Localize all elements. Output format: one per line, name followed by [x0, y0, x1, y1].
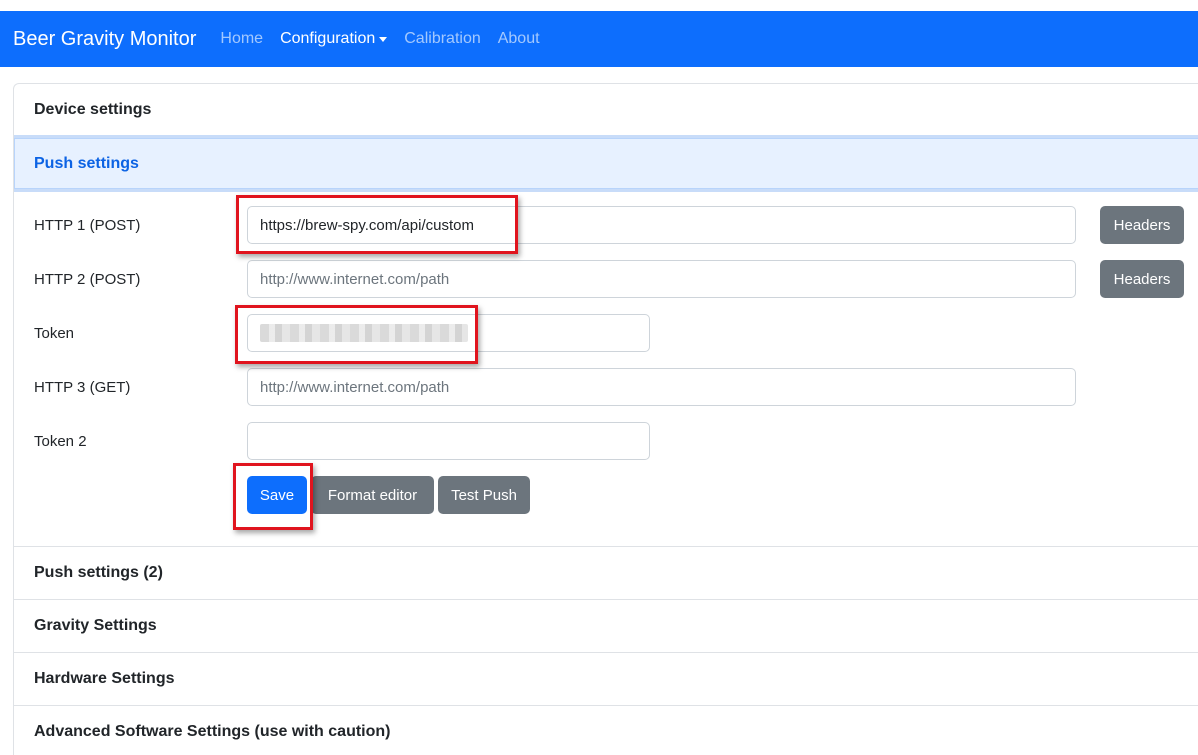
brand[interactable]: Beer Gravity Monitor — [13, 28, 196, 51]
token-input[interactable] — [247, 314, 650, 352]
accordion-hardware-settings[interactable]: Hardware Settings — [14, 653, 1198, 705]
http2-placeholder: http://www.internet.com/path — [260, 270, 450, 288]
accordion-advanced-software-settings[interactable]: Advanced Software Settings (use with cau… — [14, 706, 1198, 755]
save-button[interactable]: Save — [247, 476, 307, 514]
navbar: Beer Gravity Monitor Home Configuration … — [0, 11, 1198, 67]
http3-label: HTTP 3 (GET) — [34, 379, 131, 396]
accordion-device-settings[interactable]: Device settings — [14, 84, 1198, 135]
nav-configuration[interactable]: Configuration — [280, 30, 388, 48]
token2-input[interactable] — [247, 422, 650, 460]
nav-calibration[interactable]: Calibration — [404, 30, 480, 48]
http2-input[interactable]: http://www.internet.com/path — [247, 260, 1076, 298]
accordion-push-settings[interactable]: Push settings — [14, 135, 1198, 192]
http1-value: https://brew-spy.com/api/custom — [260, 216, 474, 234]
nav-about[interactable]: About — [498, 30, 540, 48]
http3-placeholder: http://www.internet.com/path — [260, 378, 450, 396]
token-label: Token — [34, 325, 75, 342]
http2-label: HTTP 2 (POST) — [34, 271, 141, 288]
redacted-token-value — [260, 324, 468, 342]
format-editor-button[interactable]: Format editor — [311, 476, 434, 514]
settings-accordion: Device settings Push settings HTTP 1 (PO… — [13, 83, 1198, 755]
http1-headers-button[interactable]: Headers — [1100, 206, 1184, 244]
http3-input[interactable]: http://www.internet.com/path — [247, 368, 1076, 406]
http1-label: HTTP 1 (POST) — [34, 217, 141, 234]
accordion-gravity-settings[interactable]: Gravity Settings — [14, 600, 1198, 652]
nav-home[interactable]: Home — [220, 30, 263, 48]
nav-configuration-label: Configuration — [280, 30, 376, 47]
http1-input[interactable]: https://brew-spy.com/api/custom — [247, 206, 1076, 244]
http2-headers-button[interactable]: Headers — [1100, 260, 1184, 298]
caret-down-icon — [379, 36, 388, 42]
accordion-push-settings-2[interactable]: Push settings (2) — [14, 547, 1198, 599]
test-push-button[interactable]: Test Push — [438, 476, 530, 514]
token2-label: Token 2 — [34, 433, 87, 450]
